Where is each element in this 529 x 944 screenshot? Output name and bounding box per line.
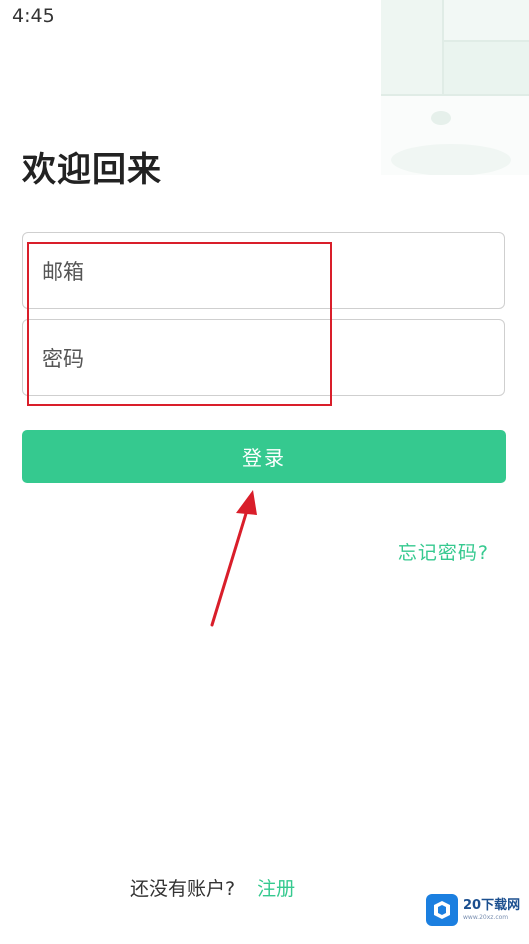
watermark-logo-icon <box>426 894 458 926</box>
status-time: 4:45 <box>12 5 55 27</box>
forgot-password-link[interactable]: 忘记密码? <box>398 538 489 565</box>
watermark-text: 20下载网 www.20xz.com <box>463 899 520 921</box>
page-title: 欢迎回来 <box>22 150 162 190</box>
annotation-arrow <box>210 490 257 627</box>
login-button[interactable]: 登录 <box>22 430 506 483</box>
register-row: 还没有账户? 注册 <box>130 874 295 901</box>
register-link[interactable]: 注册 <box>257 874 295 901</box>
no-account-text: 还没有账户? <box>130 878 236 900</box>
watermark-name: 20下载网 <box>463 898 521 913</box>
watermark: 20下载网 www.20xz.com <box>426 894 526 926</box>
annotation-highlight-box <box>27 242 332 406</box>
background-illustration <box>381 0 529 175</box>
watermark-sub: www.20xz.com <box>463 914 509 921</box>
